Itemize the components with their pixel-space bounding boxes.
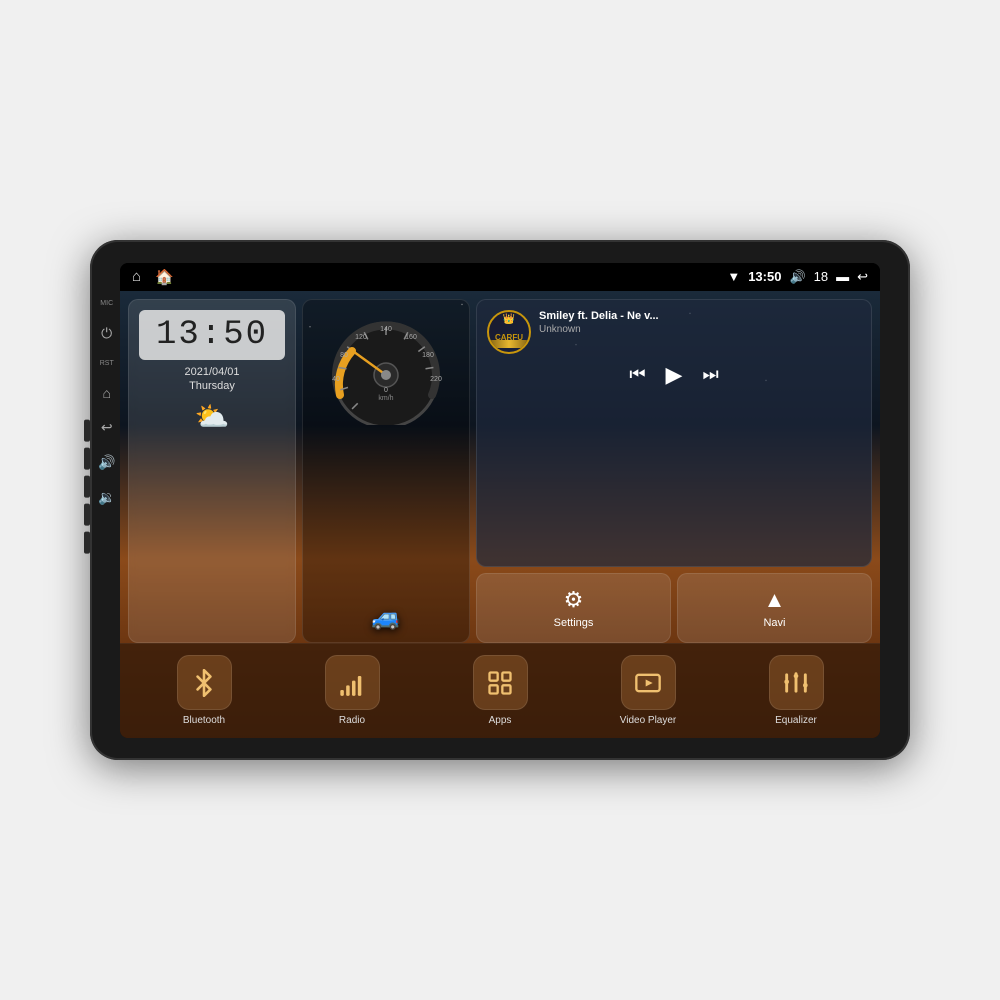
volume-icon: 🔊 <box>789 269 805 285</box>
main-content: 13:50 2021/04/01 Thursday ⛅ <box>120 291 880 738</box>
battery-icon: ▬ <box>836 269 849 284</box>
speedometer-widget: 40 80 120 140 160 180 220 <box>302 299 470 643</box>
navi-label: Navi <box>763 617 785 629</box>
clock-widget: 13:50 2021/04/01 Thursday ⛅ <box>128 299 296 643</box>
svg-text:80: 80 <box>340 352 348 359</box>
screen: ⌂ 🏠 ▼ 13:50 🔊 18 ▬ ↩ 13:50 <box>120 263 880 738</box>
volume-level: 18 <box>814 269 828 284</box>
side-button-2[interactable] <box>84 448 90 470</box>
video-player-button[interactable]: Video Player <box>574 655 722 726</box>
music-logo: 👑 CARFU <box>487 310 531 354</box>
video-label: Video Player <box>620 715 677 726</box>
vol-down-icon[interactable]: 🔉 <box>98 489 115 506</box>
bluetooth-label: Bluetooth <box>183 715 225 726</box>
svg-text:160: 160 <box>405 334 417 341</box>
settings-label: Settings <box>554 617 594 629</box>
svg-text:140: 140 <box>380 326 392 333</box>
apps-label: Apps <box>489 715 512 726</box>
status-bar: ⌂ 🏠 ▼ 13:50 🔊 18 ▬ ↩ <box>120 263 880 291</box>
bluetooth-icon-wrap <box>177 655 232 710</box>
navi-button[interactable]: ▲ Navi <box>677 573 872 643</box>
prev-button[interactable]: ⏮ <box>629 364 645 385</box>
power-icon[interactable]: ⏻ <box>101 325 112 342</box>
mic-label: MIC <box>100 300 113 307</box>
weather-icon: ⛅ <box>139 400 285 433</box>
back-side-icon[interactable]: ↩ <box>101 419 113 436</box>
wifi-icon: ▼ <box>727 269 740 284</box>
equalizer-label: Equalizer <box>775 715 817 726</box>
status-time: 13:50 <box>748 269 781 284</box>
bluetooth-icon <box>190 669 218 697</box>
side-buttons <box>84 420 90 554</box>
crown-icon: 👑 <box>503 314 515 325</box>
side-button-1[interactable] <box>84 420 90 442</box>
next-button[interactable]: ⏭ <box>702 364 718 385</box>
video-icon-wrap <box>621 655 676 710</box>
bottom-bar: Bluetooth Radio <box>120 643 880 738</box>
play-button[interactable]: ▶ <box>666 362 683 388</box>
video-icon <box>634 669 662 697</box>
equalizer-icon-wrap <box>769 655 824 710</box>
music-info: Smiley ft. Delia - Ne v... Unknown <box>539 310 861 335</box>
widgets-row: 13:50 2021/04/01 Thursday ⛅ <box>120 291 880 643</box>
settings-navi-row: ⚙ Settings ▲ Navi <box>476 573 872 643</box>
bluetooth-button[interactable]: Bluetooth <box>130 655 278 726</box>
apps-button[interactable]: Apps <box>426 655 574 726</box>
navi-icon: ▲ <box>764 587 786 613</box>
back-icon[interactable]: ↩ <box>857 269 868 285</box>
svg-text:220: 220 <box>430 376 442 383</box>
ribbon <box>490 340 528 348</box>
car-head-unit: MIC ⏻ RST ⌂ ↩ 🔊 🔉 ⌂ 🏠 ▼ 13:50 🔊 18 ▬ ↩ <box>90 240 910 760</box>
car-road-icon: 🚙 <box>371 603 401 632</box>
music-title: Smiley ft. Delia - Ne v... <box>539 310 861 322</box>
clock-time-display: 13:50 <box>139 310 285 360</box>
radio-icon-wrap <box>325 655 380 710</box>
side-button-5[interactable] <box>84 532 90 554</box>
equalizer-button[interactable]: Equalizer <box>722 655 870 726</box>
radio-label: Radio <box>339 715 365 726</box>
side-labels: MIC ⏻ RST ⌂ ↩ 🔊 🔉 <box>98 300 115 506</box>
music-artist: Unknown <box>539 324 861 335</box>
home2-nav-icon[interactable]: 🏠 <box>155 268 174 286</box>
right-column: 👑 CARFU Smiley ft. Delia - Ne v... Unkno… <box>476 299 872 643</box>
svg-text:km/h: km/h <box>378 395 393 402</box>
home-nav-icon[interactable]: ⌂ <box>132 268 141 285</box>
vol-up-icon[interactable]: 🔊 <box>98 454 115 471</box>
equalizer-icon <box>782 669 810 697</box>
home-side-icon[interactable]: ⌂ <box>102 385 110 401</box>
music-widget: 👑 CARFU Smiley ft. Delia - Ne v... Unkno… <box>476 299 872 567</box>
svg-text:40: 40 <box>332 376 340 383</box>
clock-date: 2021/04/01 <box>139 366 285 378</box>
settings-button[interactable]: ⚙ Settings <box>476 573 671 643</box>
music-controls: ⏮ ▶ ⏭ <box>487 362 861 388</box>
speedo-container: 40 80 120 140 160 180 220 <box>303 300 469 430</box>
clock-day: Thursday <box>139 380 285 392</box>
nav-icons: ⌂ 🏠 <box>132 268 174 286</box>
clock-time: 13:50 <box>147 316 277 354</box>
rst-label: RST <box>100 360 114 367</box>
speedometer-svg: 40 80 120 140 160 180 220 <box>316 305 456 425</box>
side-button-3[interactable] <box>84 476 90 498</box>
svg-text:0: 0 <box>384 387 388 394</box>
apps-icon <box>486 669 514 697</box>
radio-button[interactable]: Radio <box>278 655 426 726</box>
settings-icon: ⚙ <box>564 587 584 613</box>
status-right: ▼ 13:50 🔊 18 ▬ ↩ <box>727 269 868 285</box>
side-button-4[interactable] <box>84 504 90 526</box>
radio-icon <box>338 669 366 697</box>
svg-text:180: 180 <box>422 352 434 359</box>
apps-icon-wrap <box>473 655 528 710</box>
music-header: 👑 CARFU Smiley ft. Delia - Ne v... Unkno… <box>487 310 861 354</box>
svg-text:120: 120 <box>355 334 367 341</box>
